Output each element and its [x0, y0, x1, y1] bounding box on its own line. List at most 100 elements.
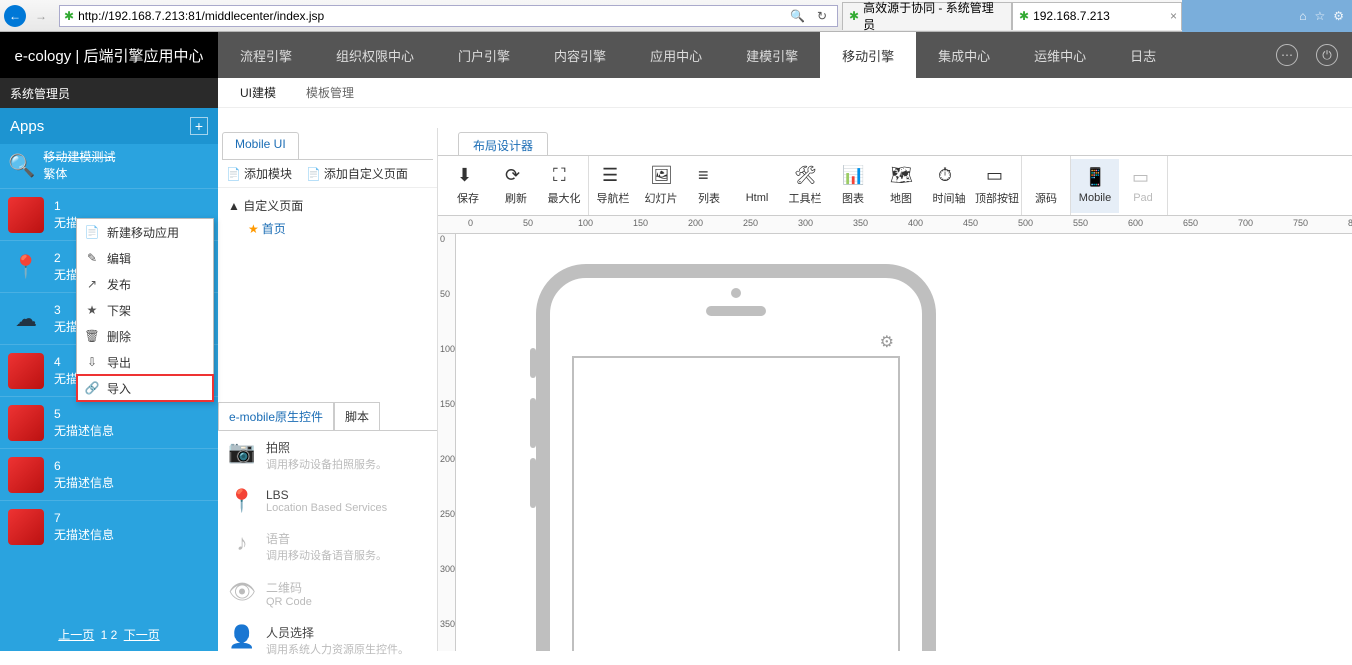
topnav-item[interactable]: 组织权限中心 — [314, 32, 436, 78]
topnav-item[interactable]: 移动引擎 — [820, 32, 916, 78]
toolbar-图表[interactable]: 📊图表 — [829, 159, 877, 213]
tree-child-home[interactable]: ★首页 — [228, 217, 427, 240]
tool-icon: ⬇ — [457, 165, 479, 187]
site-icon: ✱ — [64, 9, 74, 23]
browser-tab-1[interactable]: ✱ 192.168.7.213 × — [1012, 2, 1182, 30]
nav-back-button[interactable]: ← — [4, 5, 26, 27]
widget-icon: ♪ — [228, 530, 256, 556]
widget-item[interactable]: 👤 人员选择 调用系统人力资源原生控件。 — [218, 616, 437, 665]
toolbar-时间轴[interactable]: ⏱时间轴 — [925, 159, 973, 213]
tab-native-widgets[interactable]: e-mobile原生控件 — [218, 402, 334, 430]
toolbar-地图[interactable]: 🗺地图 — [877, 159, 925, 213]
app-icon: 📍 — [8, 249, 44, 285]
toolbar-列表[interactable]: ≡列表 — [685, 159, 733, 213]
context-menu-item[interactable]: ↗发布 — [77, 271, 213, 297]
search-icon[interactable]: 🔍 — [8, 153, 35, 179]
tree-root[interactable]: ▲ 自定义页面 — [228, 194, 427, 217]
browser-chrome: ← → ✱ 🔍 ↻ ✱ 高效源于协同 - 系统管理员 ✱ 192.168.7.2… — [0, 0, 1352, 32]
add-module-button[interactable]: 📄添加模块 — [226, 165, 292, 182]
context-menu-item[interactable]: 🗑删除 — [77, 323, 213, 349]
topnav-item[interactable]: 集成中心 — [916, 32, 1012, 78]
ruler-horizontal: 0501001502002503003504004505005506006507… — [438, 216, 1352, 234]
gear-icon[interactable]: ⚙ — [880, 332, 894, 352]
app-item[interactable]: 5 无描述信息 — [0, 396, 218, 448]
toolbar-保存[interactable]: ⬇保存 — [444, 159, 492, 213]
tool-icon: ⏱ — [938, 165, 960, 187]
app-sub: 无描 — [54, 267, 78, 284]
toolbar-工具栏[interactable]: 🛠工具栏 — [781, 159, 829, 213]
context-menu-item[interactable]: ⇩导出 — [77, 349, 213, 375]
widget-icon: 👤 — [228, 624, 256, 650]
toolbar-最大化[interactable]: ⛶最大化 — [540, 159, 588, 213]
subnav-item[interactable]: UI建模 — [240, 84, 276, 101]
tab-mobile-ui[interactable]: Mobile UI — [222, 132, 299, 159]
pager-prev[interactable]: 上一页 — [58, 628, 94, 642]
tab-script[interactable]: 脚本 — [334, 402, 380, 430]
phone-side-button — [530, 348, 536, 378]
power-icon[interactable]: ⏻ — [1316, 44, 1338, 66]
topnav-item[interactable]: 运维中心 — [1012, 32, 1108, 78]
topnav-item[interactable]: 内容引擎 — [532, 32, 628, 78]
home-icon[interactable]: ⌂ — [1299, 9, 1306, 23]
menu-icon: 🗑 — [85, 329, 99, 343]
design-stage[interactable]: ⚙ — [456, 234, 1352, 651]
designer-toolbar: ⬇保存⟳刷新⛶最大化☰导航栏🖼幻灯片≡列表Html🛠工具栏📊图表🗺地图⏱时间轴▭… — [438, 156, 1352, 216]
app-num: 5 — [54, 406, 114, 423]
toolbar-Pad[interactable]: ▭Pad — [1119, 159, 1167, 213]
pager-pages: 1 2 — [101, 628, 118, 642]
browser-tab-0[interactable]: ✱ 高效源于协同 - 系统管理员 — [842, 2, 1012, 30]
toolbar-源码[interactable]: 源码 — [1022, 159, 1070, 213]
toolbar-幻灯片[interactable]: 🖼幻灯片 — [637, 159, 685, 213]
app-num: 7 — [54, 510, 114, 527]
app-item[interactable]: 6 无描述信息 — [0, 448, 218, 500]
toolbar-Mobile[interactable]: 📱Mobile — [1071, 159, 1119, 213]
refresh-icon[interactable]: ↻ — [811, 9, 833, 23]
context-menu-item[interactable]: 📄新建移动应用 — [77, 219, 213, 245]
widget-item[interactable]: ♪ 语音 调用移动设备语音服务。 — [218, 522, 437, 571]
add-app-button[interactable]: + — [190, 117, 208, 135]
phone-screen[interactable] — [572, 356, 900, 651]
app-num: 2 — [54, 250, 78, 267]
search-icon[interactable]: 🔍 — [784, 9, 811, 23]
topnav-item[interactable]: 日志 — [1108, 32, 1178, 78]
menu-icon: 🔗 — [85, 381, 99, 395]
app-icon — [8, 353, 44, 389]
more-icon[interactable]: ⋯ — [1276, 44, 1298, 66]
add-custom-page-button[interactable]: 📄添加自定义页面 — [306, 165, 408, 182]
topnav-item[interactable]: 建模引擎 — [724, 32, 820, 78]
app-sub: 无描 — [54, 319, 78, 336]
star-icon[interactable]: ☆ — [1314, 9, 1325, 23]
tool-icon: 🛠 — [794, 165, 816, 187]
tool-icon: ⟳ — [505, 165, 527, 187]
tool-icon: ≡ — [698, 165, 720, 187]
address-bar[interactable]: ✱ 🔍 ↻ — [59, 5, 838, 27]
toolbar-Html[interactable]: Html — [733, 159, 781, 213]
menu-icon: ⇩ — [85, 355, 99, 369]
widget-item[interactable]: 📍 LBS Location Based Services — [218, 480, 437, 522]
context-menu-item[interactable]: ★下架 — [77, 297, 213, 323]
app-num: 3 — [54, 302, 78, 319]
pager-next[interactable]: 下一页 — [124, 628, 160, 642]
widget-sub: 调用移动设备拍照服务。 — [266, 456, 387, 472]
context-menu: 📄新建移动应用✎编辑↗发布★下架🗑删除⇩导出🔗导入 — [76, 218, 214, 402]
close-icon[interactable]: × — [1170, 9, 1177, 23]
nav-forward-button[interactable]: → — [28, 4, 54, 28]
widget-item[interactable]: 📷 拍照 调用移动设备拍照服务。 — [218, 431, 437, 480]
toolbar-导航栏[interactable]: ☰导航栏 — [589, 159, 637, 213]
tab-layout-designer[interactable]: 布局设计器 — [458, 132, 548, 155]
tab-favicon: ✱ — [849, 9, 859, 23]
tab-title: 高效源于协同 - 系统管理员 — [863, 0, 1005, 33]
toolbar-刷新[interactable]: ⟳刷新 — [492, 159, 540, 213]
context-menu-item[interactable]: ✎编辑 — [77, 245, 213, 271]
topnav-item[interactable]: 门户引擎 — [436, 32, 532, 78]
app-item[interactable]: 7 无描述信息 — [0, 500, 218, 552]
toolbar-顶部按钮[interactable]: ▭顶部按钮 — [973, 159, 1021, 213]
subnav-item[interactable]: 模板管理 — [306, 84, 354, 101]
gear-icon[interactable]: ⚙ — [1333, 9, 1344, 23]
context-menu-item[interactable]: 🔗导入 — [77, 375, 213, 401]
topnav-item[interactable]: 应用中心 — [628, 32, 724, 78]
url-input[interactable] — [78, 9, 784, 23]
widget-item[interactable]: 👁 二维码 QR Code — [218, 571, 437, 616]
widget-icon: 📍 — [228, 488, 256, 514]
topnav-item[interactable]: 流程引擎 — [218, 32, 314, 78]
